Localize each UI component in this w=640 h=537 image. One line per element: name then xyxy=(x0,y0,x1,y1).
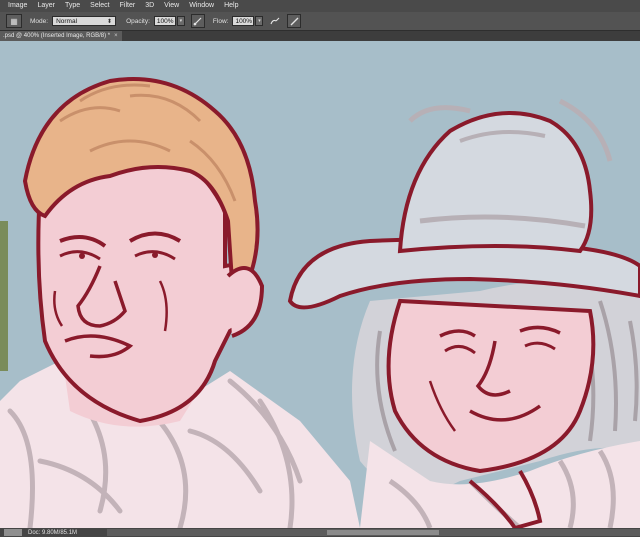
mode-value: Normal xyxy=(56,17,78,25)
document-tab-bar: .psd @ 400% (Inserted Image, RGB/8) * × xyxy=(0,31,640,41)
menu-image[interactable]: Image xyxy=(0,0,32,12)
opacity-label: Opacity: xyxy=(126,17,150,25)
horizontal-scrollbar[interactable] xyxy=(107,529,640,536)
options-bar: ▦ Mode: Normal ⬍ Opacity: 100% ▾ Flow: 1… xyxy=(0,12,640,31)
menu-select[interactable]: Select xyxy=(85,0,114,12)
opacity-field[interactable]: 100% xyxy=(153,16,176,26)
edge-image-strip xyxy=(0,221,8,371)
chevron-down-icon: ⬍ xyxy=(107,18,113,25)
document-tab[interactable]: .psd @ 400% (Inserted Image, RGB/8) * × xyxy=(0,31,122,41)
document-tab-title: .psd @ 400% (Inserted Image, RGB/8) * xyxy=(3,33,111,39)
zoom-field[interactable] xyxy=(4,529,22,536)
opacity-value: 100% xyxy=(156,17,174,25)
airbrush-icon[interactable] xyxy=(269,15,281,27)
menu-bar: Image Layer Type Select Filter 3D View W… xyxy=(0,0,640,12)
mode-select[interactable]: Normal ⬍ xyxy=(52,16,117,26)
menu-filter[interactable]: Filter xyxy=(115,0,141,12)
flow-field[interactable]: 100% xyxy=(232,16,255,26)
doc-size-info: Doc: 9.80M/85.1M xyxy=(28,529,78,536)
menu-3d[interactable]: 3D xyxy=(140,0,159,12)
opacity-dropdown-button[interactable]: ▾ xyxy=(176,16,185,26)
status-bar: Doc: 9.80M/85.1M ▶ xyxy=(0,528,640,537)
brush-preset-icon[interactable]: ▦ xyxy=(6,14,22,28)
menu-view[interactable]: View xyxy=(159,0,184,12)
artwork xyxy=(0,77,640,528)
close-icon[interactable]: × xyxy=(114,31,118,41)
flow-label: Flow: xyxy=(212,17,229,25)
menu-window[interactable]: Window xyxy=(184,0,219,12)
menu-type[interactable]: Type xyxy=(60,0,85,12)
document-canvas[interactable] xyxy=(0,41,640,528)
menu-help[interactable]: Help xyxy=(219,0,243,12)
left-eye-pupil-l xyxy=(79,253,85,259)
menu-layer[interactable]: Layer xyxy=(32,0,60,12)
scrollbar-thumb[interactable] xyxy=(327,530,439,535)
mode-label: Mode: xyxy=(30,17,49,25)
pressure-opacity-icon[interactable] xyxy=(190,14,205,28)
left-figure-ear xyxy=(226,266,265,338)
pressure-size-icon[interactable] xyxy=(287,14,302,28)
flow-dropdown-button[interactable]: ▾ xyxy=(255,16,264,26)
flow-value: 100% xyxy=(235,17,253,25)
left-eye-pupil-r xyxy=(152,252,158,258)
